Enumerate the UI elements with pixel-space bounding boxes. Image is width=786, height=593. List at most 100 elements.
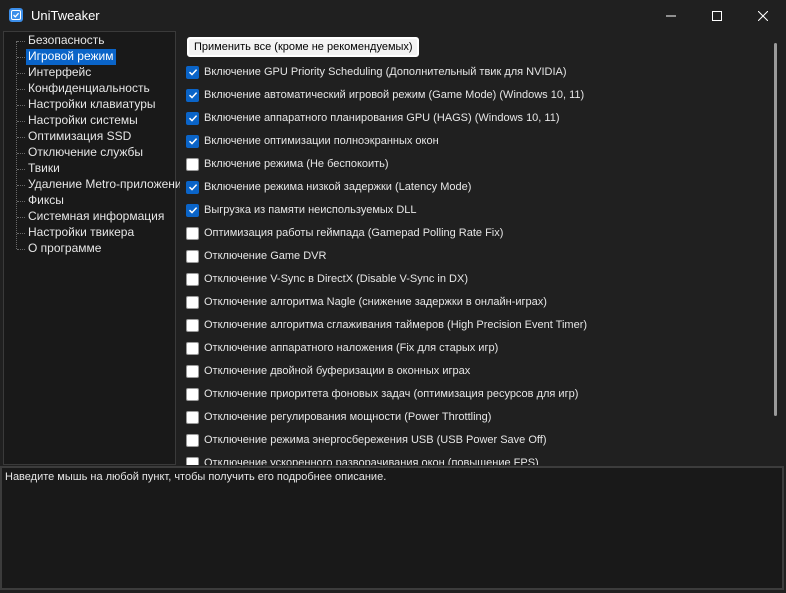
option-row[interactable]: Включение режима (Не беспокоить): [186, 155, 389, 173]
checkbox-checked[interactable]: [186, 111, 199, 125]
checkbox-unchecked[interactable]: [186, 387, 199, 401]
checkbox-unchecked[interactable]: [186, 249, 199, 263]
sidebar-item[interactable]: Фиксы: [26, 193, 66, 209]
option-row[interactable]: Отключение аппаратного наложения (Fix дл…: [186, 339, 498, 357]
option-label: Выгрузка из памяти неиспользуемых DLL: [204, 204, 417, 216]
close-icon: [758, 10, 768, 21]
option-label: Отключение аппаратного наложения (Fix дл…: [204, 342, 499, 354]
option-row[interactable]: Отключение ускоренного разворачивания ок…: [186, 454, 539, 465]
option-label: Отключение V-Sync в DirectX (Disable V-S…: [204, 273, 468, 285]
checkbox-unchecked[interactable]: [186, 364, 199, 378]
sidebar-item[interactable]: Настройки системы: [26, 113, 140, 129]
tree-connector: [17, 217, 25, 218]
option-label: Включение GPU Priority Scheduling (Допол…: [204, 66, 567, 78]
apply-all-button[interactable]: Применить все (кроме не рекомендуемых): [187, 37, 419, 57]
option-label: Отключение режима энергосбережения USB (…: [204, 434, 547, 446]
checkmark-icon: [188, 207, 197, 214]
option-row[interactable]: Отключение приоритета фоновых задач (опт…: [186, 385, 578, 403]
category-tree[interactable]: Безопасность Игровой режим Интерфейс Конфид…: [3, 31, 188, 465]
tree-connector: [17, 201, 25, 202]
option-row[interactable]: Отключение Game DVR: [186, 247, 326, 265]
tree-connector: [17, 105, 25, 106]
options-scrollbar[interactable]: [768, 31, 782, 465]
option-label: Отключение регулирования мощности (Power…: [204, 411, 492, 423]
option-label: Включение режима (Не беспокоить): [204, 158, 389, 170]
option-row[interactable]: Отключение регулирования мощности (Power…: [186, 408, 491, 426]
checkbox-checked[interactable]: [186, 180, 199, 194]
window-title: UniTweaker: [31, 8, 100, 23]
maximize-icon: [712, 10, 722, 21]
option-row[interactable]: Включение оптимизации полноэкранных окон: [186, 132, 439, 150]
checkbox-unchecked[interactable]: [186, 410, 199, 424]
sidebar-item[interactable]: Настройки твикера: [26, 225, 136, 241]
option-label: Отключение Game DVR: [204, 250, 327, 262]
description-text: Наведите мышь на любой пункт, чтобы полу…: [5, 471, 387, 483]
option-label: Включение автоматический игровой режим (…: [204, 89, 585, 101]
checkmark-icon: [188, 138, 197, 145]
option-row[interactable]: Включение режима низкой задержки (Latenc…: [186, 178, 471, 196]
sidebar-item[interactable]: Системная информация: [26, 209, 166, 225]
close-button[interactable]: [740, 0, 786, 31]
option-label: Отключение ускоренного разворачивания ок…: [204, 457, 539, 465]
tree-connector: [17, 73, 25, 74]
option-label: Включение режима низкой задержки (Latenc…: [204, 181, 472, 193]
sidebar-item[interactable]: Оптимизация SSD: [26, 129, 133, 145]
option-row[interactable]: Отключение алгоритма сглаживания таймеро…: [186, 316, 587, 334]
checkbox-unchecked[interactable]: [186, 295, 199, 309]
checkbox-checked[interactable]: [186, 65, 199, 79]
sidebar-item[interactable]: Игровой режим: [26, 49, 116, 65]
tree-connector: [17, 169, 25, 170]
option-label: Отключение алгоритма сглаживания таймеро…: [204, 319, 588, 331]
checkbox-unchecked[interactable]: [186, 456, 199, 465]
sidebar-item[interactable]: Настройки клавиатуры: [26, 97, 158, 113]
option-label: Оптимизация работы геймпада (Gamepad Pol…: [204, 227, 504, 239]
app-logo-icon: [9, 8, 23, 22]
checkmark-icon: [188, 92, 197, 99]
option-row[interactable]: Выгрузка из памяти неиспользуемых DLL: [186, 201, 417, 219]
description-box: Наведите мышь на любой пункт, чтобы полу…: [0, 466, 784, 590]
sidebar-item[interactable]: Удаление Metro-приложений: [26, 177, 190, 193]
minimize-icon: [666, 15, 676, 16]
checkbox-checked[interactable]: [186, 88, 199, 102]
option-row[interactable]: Отключение режима энергосбережения USB (…: [186, 431, 546, 449]
tree-connector: [17, 137, 25, 138]
sidebar-item[interactable]: Конфиденциальность: [26, 81, 152, 97]
checkbox-unchecked[interactable]: [186, 157, 199, 171]
checkmark-icon: [188, 184, 197, 191]
option-row[interactable]: Включение GPU Priority Scheduling (Допол…: [186, 63, 567, 81]
option-label: Включение оптимизации полноэкранных окон: [204, 135, 439, 147]
option-row[interactable]: Оптимизация работы геймпада (Gamepad Pol…: [186, 224, 503, 242]
sidebar-item[interactable]: О программе: [26, 241, 103, 257]
options-panel: Применить все (кроме не рекомендуемых) В…: [180, 31, 768, 465]
option-row[interactable]: Включение автоматический игровой режим (…: [186, 86, 584, 104]
checkbox-unchecked[interactable]: [186, 318, 199, 332]
checkmark-icon: [188, 115, 197, 122]
checkbox-unchecked[interactable]: [186, 341, 199, 355]
maximize-button[interactable]: [694, 0, 740, 31]
scrollbar-thumb[interactable]: [774, 43, 777, 416]
minimize-button[interactable]: [648, 0, 694, 31]
sidebar-item[interactable]: Безопасность: [26, 33, 107, 49]
option-row[interactable]: Отключение V-Sync в DirectX (Disable V-S…: [186, 270, 468, 288]
sidebar-item[interactable]: Интерфейс: [26, 65, 93, 81]
checkbox-checked[interactable]: [186, 203, 199, 217]
tree-connector: [17, 89, 25, 90]
checkbox-unchecked[interactable]: [186, 433, 199, 447]
option-row[interactable]: Включение аппаратного планирования GPU (…: [186, 109, 560, 127]
tree-connector: [17, 233, 25, 234]
title-bar: UniTweaker: [0, 0, 786, 31]
checkmark-icon: [188, 69, 197, 76]
checkbox-unchecked[interactable]: [186, 272, 199, 286]
checkbox-unchecked[interactable]: [186, 226, 199, 240]
option-label: Отключение алгоритма Nagle (снижение зад…: [204, 296, 547, 308]
tree-connector: [17, 185, 25, 186]
checkbox-checked[interactable]: [186, 134, 199, 148]
sidebar-item[interactable]: Отключение службы: [26, 145, 145, 161]
sidebar-item[interactable]: Твики: [26, 161, 62, 177]
option-label: Отключение двойной буферизации в оконных…: [204, 365, 471, 377]
option-row[interactable]: Отключение алгоритма Nagle (снижение зад…: [186, 293, 547, 311]
option-label: Включение аппаратного планирования GPU (…: [204, 112, 560, 124]
option-row[interactable]: Отключение двойной буферизации в оконных…: [186, 362, 470, 380]
tree-connector: [17, 153, 25, 154]
tree-connector: [17, 249, 25, 250]
